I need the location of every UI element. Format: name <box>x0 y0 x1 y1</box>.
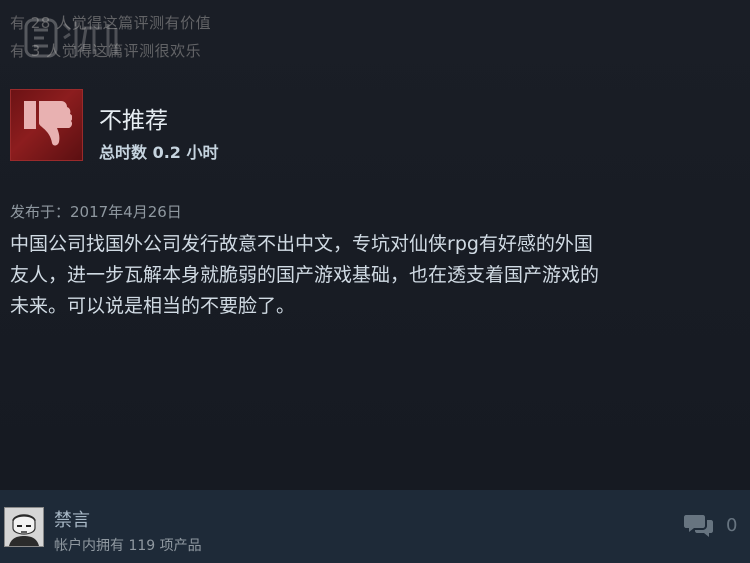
comment-count: 0 <box>726 515 738 536</box>
review-body-line: 未来。可以说是相当的不要脸了。 <box>10 295 296 317</box>
playtime-hours: 总时数 0.2 小时 <box>99 143 219 162</box>
author-footer: 禁言 帐户内拥有 119 项产品 0 <box>0 490 750 563</box>
posted-date: 发布于：2017年4月26日 <box>10 203 182 221</box>
avatar-portrait-icon <box>5 508 43 546</box>
author-products[interactable]: 帐户内拥有 119 项产品 <box>54 535 202 555</box>
watermark-logo-icon <box>24 18 118 58</box>
thumbs-down-badge <box>10 89 83 161</box>
comment-icon[interactable] <box>684 512 714 540</box>
review-verdict[interactable]: 不推荐 <box>99 101 168 135</box>
review-card: 有 28 人觉得这篇评测有价值 有 3 人觉得这篇评测很欢乐 不推荐 总时数 0… <box>0 0 750 490</box>
review-body-line: 友人，进一步瓦解本身就脆弱的国产游戏基础，也在透支着国产游戏的 <box>10 264 600 286</box>
review-body-line: 中国公司找国外公司发行故意不出中文，专坑对仙侠rpg有好感的外国 <box>10 233 593 255</box>
review-body: 中国公司找国外公司发行故意不出中文，专坑对仙侠rpg有好感的外国 友人，进一步瓦… <box>10 229 738 322</box>
thumbs-down-icon <box>24 101 72 146</box>
author-name[interactable]: 禁言 <box>54 506 90 532</box>
avatar[interactable] <box>4 507 44 547</box>
